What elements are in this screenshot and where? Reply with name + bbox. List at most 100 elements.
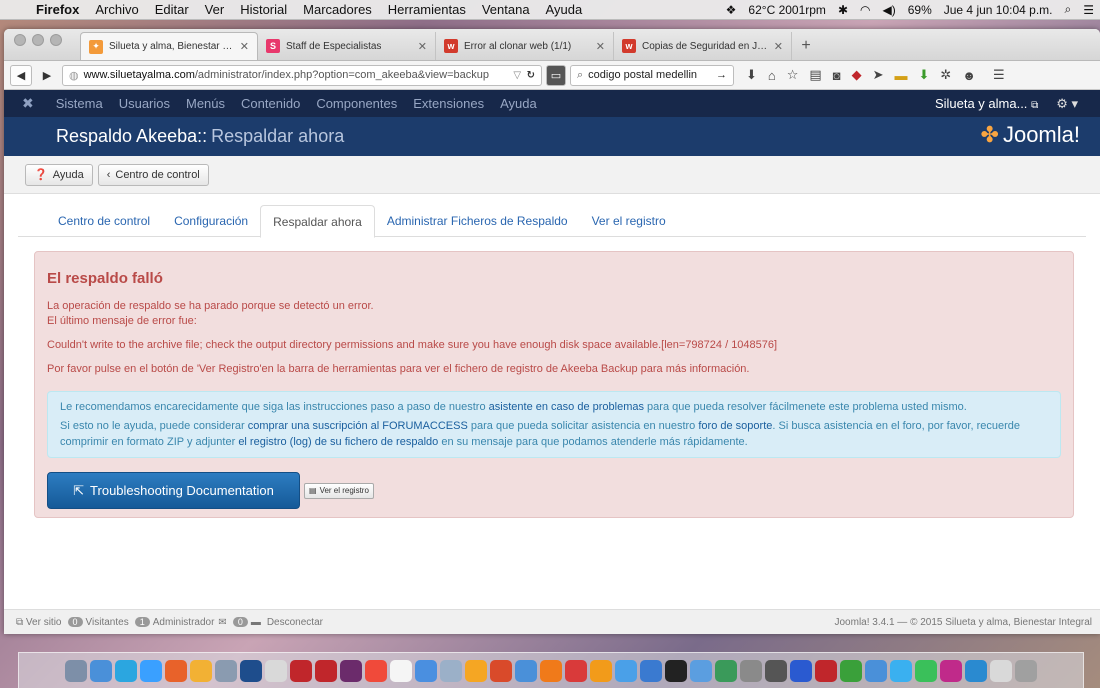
send-icon[interactable]: ➤ — [873, 67, 884, 83]
nav-menus[interactable]: Menús — [186, 96, 225, 111]
forumaccess-link[interactable]: comprar una suscripción al FORUMACCESS — [248, 420, 468, 432]
bookmarks-menu-icon[interactable]: ▤ — [809, 67, 821, 83]
dock-app-icon[interactable] — [340, 659, 362, 682]
notes-icon[interactable]: ▬ — [894, 68, 907, 83]
green-arrow-icon[interactable]: ⬇ — [918, 67, 929, 83]
dock-app-icon[interactable] — [315, 659, 337, 682]
control-center-button[interactable]: ‹ Centro de control — [97, 163, 209, 186]
reader-view-icon[interactable]: ▭ — [546, 64, 566, 86]
tab-backup-now[interactable]: Respaldar ahora — [260, 205, 375, 238]
dock-app-icon[interactable] — [1015, 659, 1037, 682]
nav-ayuda[interactable]: Ayuda — [500, 96, 537, 111]
dock-app-icon[interactable] — [865, 659, 887, 682]
download-icon[interactable]: ⬇ — [746, 67, 757, 83]
dock-app-icon[interactable] — [965, 659, 987, 682]
dock-app-icon[interactable] — [215, 659, 237, 682]
dock-app-icon[interactable] — [615, 659, 637, 682]
view-log-button[interactable]: ▤ Ver el registro — [304, 482, 374, 499]
minimize-window-button[interactable] — [32, 33, 44, 46]
dock-app-icon[interactable] — [390, 659, 412, 682]
dock-app-icon[interactable] — [990, 659, 1012, 682]
dock-app-icon[interactable] — [65, 659, 87, 682]
nav-sistema[interactable]: Sistema — [56, 96, 103, 111]
search-go-icon[interactable]: → — [716, 69, 727, 81]
dock-app-icon[interactable] — [665, 659, 687, 682]
dock-app-icon[interactable] — [690, 659, 712, 682]
close-tab-icon[interactable]: ✕ — [774, 40, 783, 53]
backup-log-link[interactable]: el registro (log) de su fichero de respa… — [238, 436, 438, 448]
bluetooth-icon[interactable]: ✱ — [832, 3, 854, 17]
tab-control-center[interactable]: Centro de control — [46, 205, 162, 237]
dock-app-icon[interactable] — [265, 659, 287, 682]
dock-app-icon[interactable] — [590, 659, 612, 682]
datetime[interactable]: Jue 4 jun 10:04 p.m. — [938, 3, 1059, 17]
spotlight-icon[interactable]: ⌕ — [1059, 2, 1078, 17]
menu-ventana[interactable]: Ventana — [474, 2, 538, 17]
menu-editar[interactable]: Editar — [147, 2, 197, 17]
dock-app-icon[interactable] — [940, 659, 962, 682]
dock-app-icon[interactable] — [515, 659, 537, 682]
wifi-icon[interactable]: ◠ — [854, 3, 876, 17]
dock-app-icon[interactable] — [365, 659, 387, 682]
zoom-window-button[interactable] — [50, 33, 62, 46]
home-icon[interactable]: ⌂ — [768, 68, 776, 83]
dock-app-icon[interactable] — [415, 659, 437, 682]
menu-historial[interactable]: Historial — [232, 2, 295, 17]
browser-tab[interactable]: w Copias de Seguridad en Jo... ✕ — [614, 32, 792, 60]
dropdown-arrow-icon[interactable]: ▽ ↻ — [513, 70, 535, 81]
dock-app-icon[interactable] — [815, 659, 837, 682]
menu-herramientas[interactable]: Herramientas — [380, 2, 474, 17]
dock-app-icon[interactable] — [115, 659, 137, 682]
forward-button[interactable]: ▶ — [36, 65, 58, 86]
close-tab-icon[interactable]: ✕ — [418, 40, 427, 53]
notification-center-icon[interactable]: ☰ — [1077, 3, 1100, 17]
dropbox-icon[interactable]: ❖ — [720, 3, 743, 17]
close-tab-icon[interactable]: ✕ — [240, 40, 249, 53]
url-bar[interactable]: ◍ www.siluetayalma.com /administrator/in… — [62, 64, 542, 86]
dock-app-icon[interactable] — [490, 659, 512, 682]
nav-usuarios[interactable]: Usuarios — [119, 96, 170, 111]
gear-icon[interactable]: ⚙ ▾ — [1056, 96, 1078, 112]
view-site-link[interactable]: Ver sitio — [26, 617, 62, 628]
help-button[interactable]: ❓ Ayuda — [25, 163, 93, 186]
back-button[interactable]: ◀ — [10, 64, 32, 86]
close-window-button[interactable] — [14, 33, 26, 46]
puzzle-icon[interactable]: ✲ — [940, 67, 951, 83]
dock-app-icon[interactable] — [715, 659, 737, 682]
joomla-logo-icon[interactable]: ✖ — [22, 95, 34, 112]
battery-percent[interactable]: 69% — [902, 3, 938, 17]
tab-view-log[interactable]: Ver el registro — [580, 205, 678, 237]
browser-tab[interactable]: ✦ Silueta y alma, Bienestar Int... ✕ — [80, 32, 258, 60]
troubleshooting-docs-button[interactable]: ⇱ Troubleshooting Documentation — [47, 472, 300, 509]
dock-app-icon[interactable] — [440, 659, 462, 682]
browser-tab[interactable]: w Error al clonar web (1/1) ✕ — [436, 32, 614, 60]
dock-app-icon[interactable] — [290, 659, 312, 682]
dock-app-icon[interactable] — [890, 659, 912, 682]
dock-app-icon[interactable] — [540, 659, 562, 682]
site-user-link[interactable]: Silueta y alma... ⧉ — [935, 96, 1038, 111]
nav-componentes[interactable]: Componentes — [316, 96, 397, 111]
dock-app-icon[interactable] — [90, 659, 112, 682]
bookmark-star-icon[interactable]: ☆ — [787, 67, 799, 83]
tab-configuration[interactable]: Configuración — [162, 205, 260, 237]
dock-app-icon[interactable] — [740, 659, 762, 682]
menu-ver[interactable]: Ver — [197, 2, 233, 17]
envelope-icon[interactable]: ✉ — [218, 617, 226, 628]
nav-contenido[interactable]: Contenido — [241, 96, 300, 111]
temperature-readout[interactable]: 62°C 2001rpm — [742, 3, 832, 17]
menu-ayuda[interactable]: Ayuda — [538, 2, 591, 17]
dock-app-icon[interactable] — [565, 659, 587, 682]
dock-app-icon[interactable] — [915, 659, 937, 682]
dock-app-icon[interactable] — [790, 659, 812, 682]
volume-icon[interactable]: ◀) — [876, 3, 901, 17]
tab-manage-backups[interactable]: Administrar Ficheros de Respaldo — [375, 205, 580, 237]
menu-archivo[interactable]: Archivo — [87, 2, 146, 17]
dock-app-icon[interactable] — [640, 659, 662, 682]
menu-app-name[interactable]: Firefox — [28, 2, 87, 17]
extension-icon[interactable]: ◆ — [852, 67, 862, 83]
dock-app-icon[interactable] — [190, 659, 212, 682]
new-tab-button[interactable]: + — [792, 32, 820, 60]
smiley-icon[interactable]: ☻ — [962, 68, 976, 83]
search-bar[interactable]: ⌕ codigo postal medellin → — [570, 64, 734, 86]
dock-app-icon[interactable] — [240, 659, 262, 682]
